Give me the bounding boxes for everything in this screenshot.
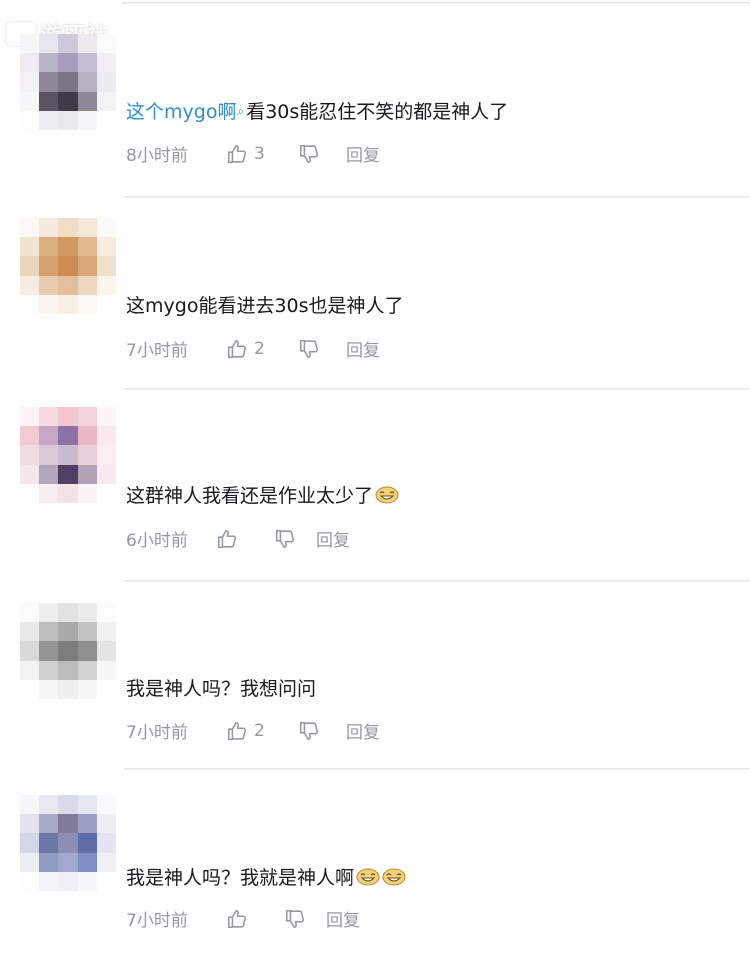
thumbs-down-icon (299, 144, 318, 163)
comment-meta: 7小时前 回复 (126, 906, 360, 931)
dislike-button[interactable] (298, 338, 346, 360)
divider (124, 196, 750, 198)
dislike-button[interactable] (274, 528, 316, 550)
like-button[interactable]: 3 (226, 143, 298, 165)
emoji-group (354, 867, 406, 889)
emoji-group (373, 485, 399, 507)
comment-time: 7小时前 (126, 911, 188, 931)
avatar[interactable] (20, 34, 116, 130)
thumbs-up-icon (227, 144, 246, 163)
comment-time: 7小时前 (126, 723, 188, 743)
dislike-button[interactable] (298, 143, 346, 165)
reply-button[interactable]: 回复 (316, 526, 350, 551)
comment-body: 我是神人吗？我就是神人啊 (126, 867, 355, 889)
laughing-emoji-icon (356, 867, 380, 886)
divider (122, 2, 750, 4)
comment-text: 这个mygo啊⌕ 看30s能忍住不笑的都是神人了 (126, 98, 508, 125)
thumbs-up-icon (227, 339, 246, 358)
reply-button[interactable]: 回复 (346, 141, 380, 166)
reply-button[interactable]: 回复 (346, 718, 380, 743)
thumbs-down-icon (299, 721, 318, 740)
thumbs-up-icon (227, 721, 246, 740)
reply-button[interactable]: 回复 (346, 336, 380, 361)
thumbs-down-icon (275, 529, 294, 548)
avatar[interactable] (20, 795, 116, 891)
thumbs-down-icon (299, 339, 318, 358)
like-button[interactable]: 2 (226, 338, 298, 360)
laughing-emoji-icon (375, 485, 399, 504)
comment-time: 7小时前 (126, 341, 188, 361)
dislike-button[interactable] (298, 720, 346, 742)
like-button[interactable]: 2 (226, 720, 298, 742)
comment-text: 我是神人吗？我就是神人啊 (126, 865, 406, 891)
thumbs-up-icon (227, 909, 246, 928)
reply-button[interactable]: 回复 (326, 906, 360, 931)
avatar[interactable] (20, 407, 116, 503)
search-icon[interactable]: ⌕ (237, 104, 244, 118)
like-button[interactable] (216, 528, 274, 550)
comment-text: 我是神人吗？我想问问 (126, 676, 316, 702)
like-count: 3 (254, 143, 265, 164)
divider (124, 580, 750, 582)
comment-meta: 7小时前 2 回复 (126, 718, 380, 744)
comment-meta: 6小时前 回复 (126, 526, 350, 551)
avatar[interactable] (20, 603, 116, 699)
laughing-emoji-icon (382, 867, 406, 886)
comment-text: 这群神人我看还是作业太少了 (126, 483, 399, 509)
mention-link[interactable]: 这个mygo啊 (126, 101, 236, 123)
thumbs-up-icon (217, 529, 236, 548)
dislike-button[interactable] (284, 908, 326, 930)
divider (124, 388, 750, 390)
like-button[interactable] (226, 908, 284, 930)
thumbs-down-icon (285, 909, 304, 928)
comment-body: 看30s能忍住不笑的都是神人了 (246, 101, 509, 123)
divider (124, 768, 750, 770)
like-count: 2 (254, 720, 265, 741)
avatar[interactable] (20, 218, 116, 314)
like-count: 2 (254, 338, 265, 359)
comment-body: 我是神人吗？我想问问 (126, 678, 317, 700)
comment-body: 这mygo能看进去30s也是神人了 (126, 295, 404, 317)
comment-body: 这群神人我看还是作业太少了 (126, 485, 374, 507)
comment-time: 8小时前 (126, 146, 188, 166)
comment-meta: 7小时前 2 回复 (126, 336, 380, 362)
comment-meta: 8小时前 3 回复 (126, 141, 380, 167)
comment-time: 6小时前 (126, 531, 188, 551)
comment-text: 这mygo能看进去30s也是神人了 (126, 293, 404, 319)
